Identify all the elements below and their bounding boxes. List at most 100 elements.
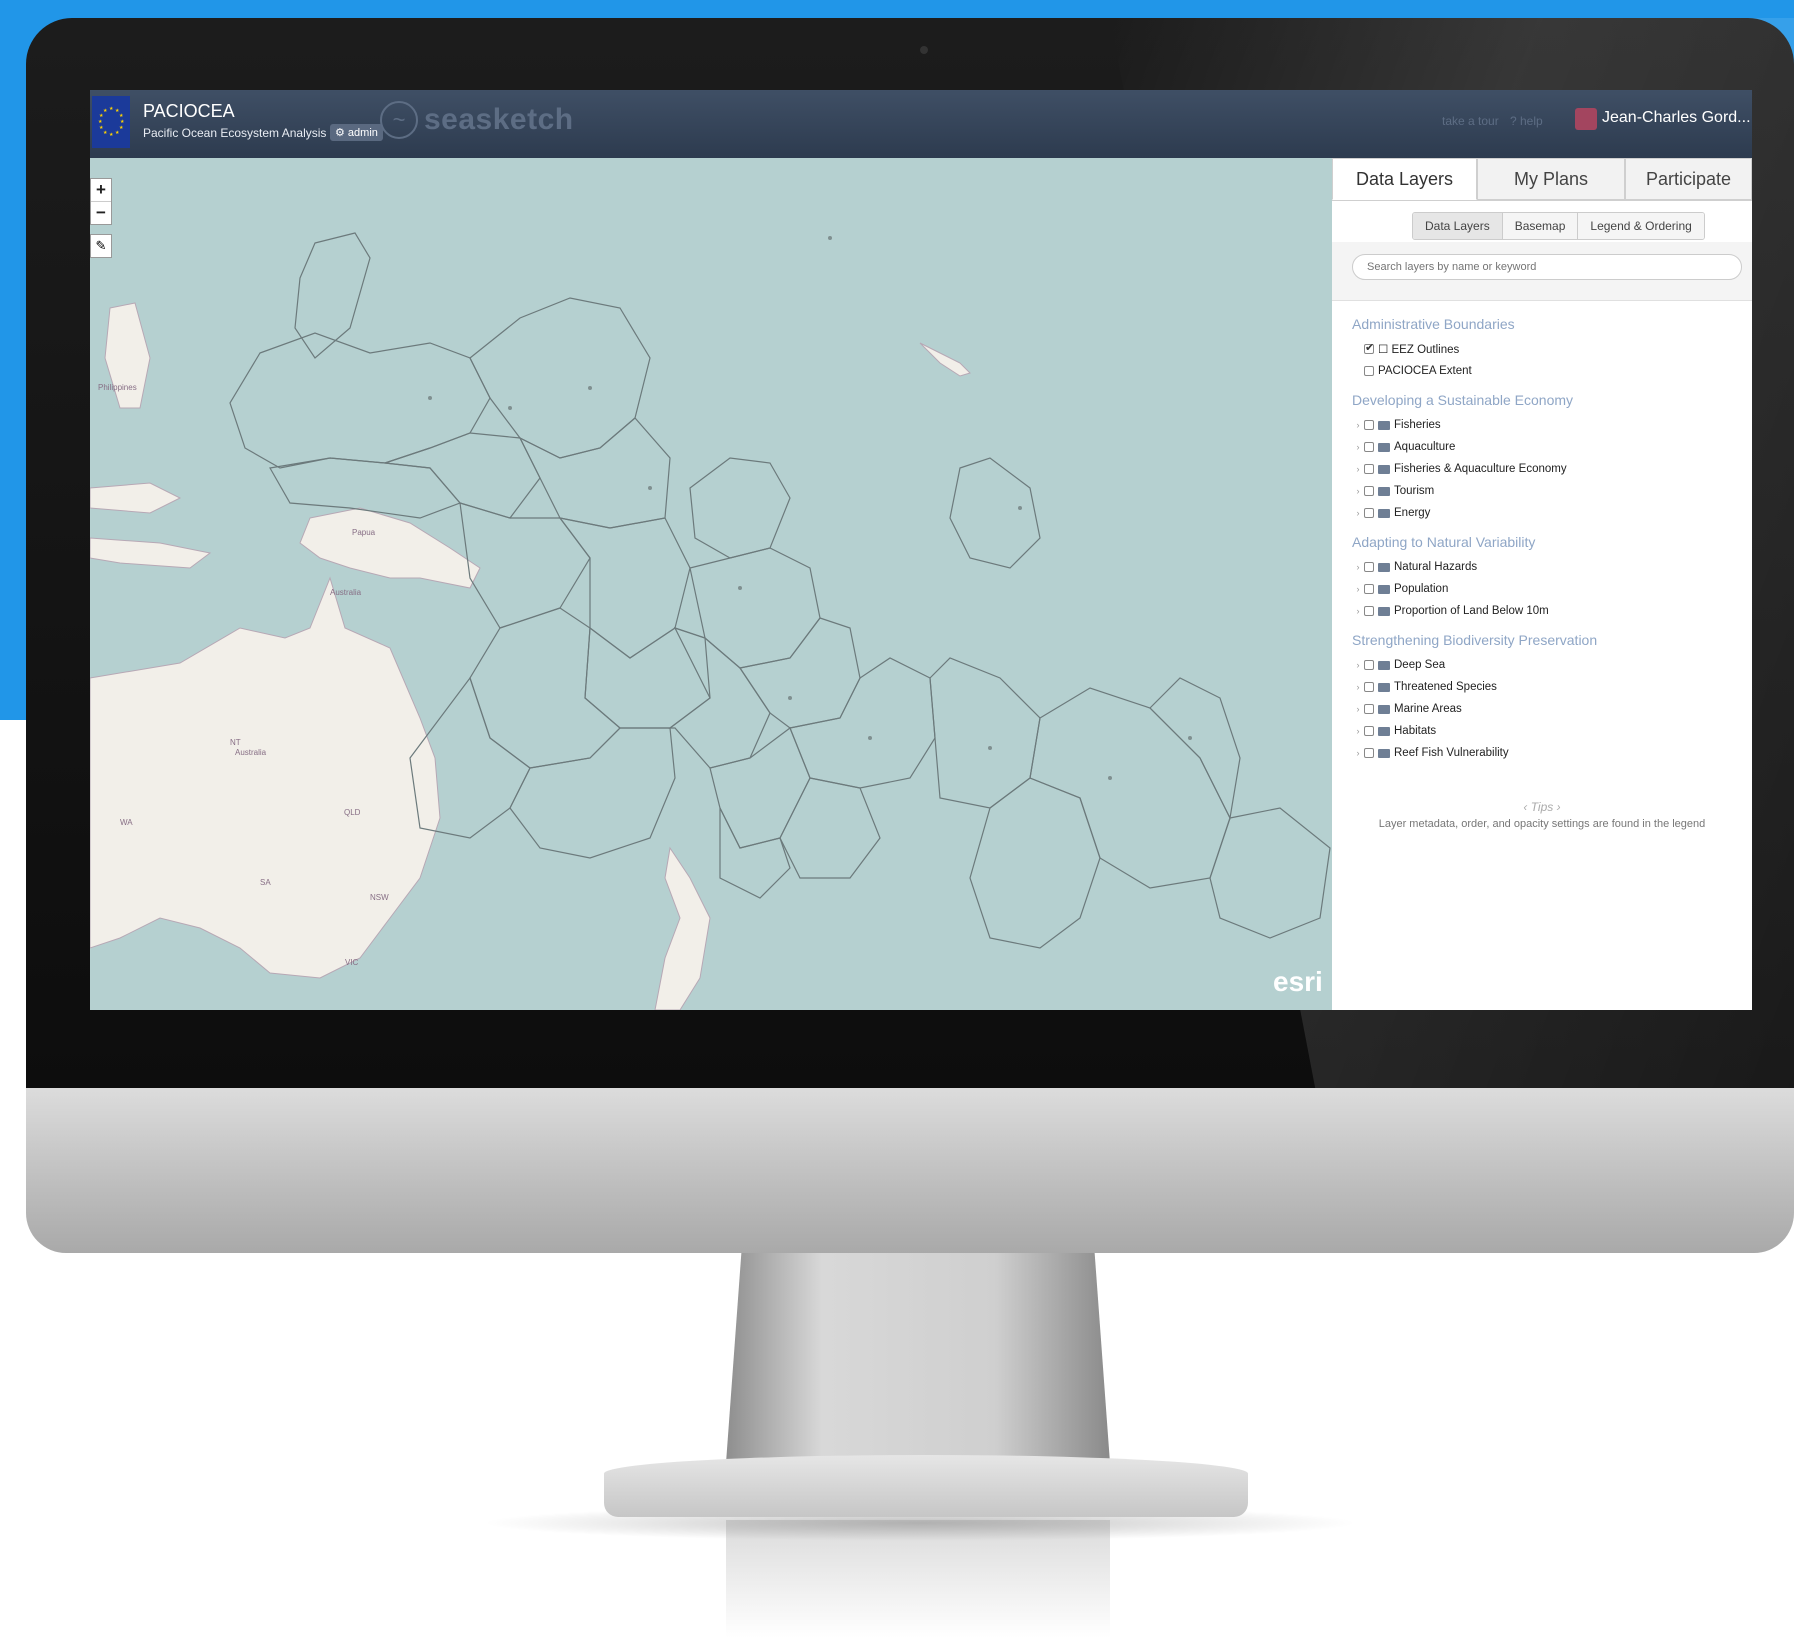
group-title: Strengthening Biodiversity Preservation <box>1352 632 1598 648</box>
folder-icon <box>1378 606 1390 616</box>
expand-caret-icon[interactable]: › <box>1352 606 1364 616</box>
layer-paciocea-extent[interactable]: PACIOCEA Extent <box>1352 360 1742 382</box>
group-title: Administrative Boundaries <box>1352 316 1515 332</box>
app-title: PACIOCEA <box>143 101 235 121</box>
tips-navigation[interactable]: ‹ Tips › <box>1332 800 1752 814</box>
expand-caret-icon[interactable]: › <box>1352 748 1364 758</box>
layer-label: Natural Hazards <box>1394 561 1478 573</box>
subtab-basemap[interactable]: Basemap <box>1502 213 1579 239</box>
expand-caret-icon[interactable]: › <box>1352 726 1364 736</box>
zoom-control: + − <box>90 178 112 225</box>
folder-icon <box>1378 726 1390 736</box>
svg-text:★: ★ <box>109 106 114 112</box>
layer-checkbox[interactable] <box>1364 464 1374 474</box>
tips-text: Layer metadata, order, and opacity setti… <box>1378 818 1706 830</box>
subtab-data-layers[interactable]: Data Layers <box>1413 213 1503 239</box>
layer-marine-areas[interactable]: › Marine Areas <box>1352 698 1742 720</box>
expand-caret-icon[interactable]: › <box>1352 464 1364 474</box>
map-label-wa: WA <box>120 818 133 827</box>
layer-label: ☐ EEZ Outlines <box>1378 344 1460 356</box>
admin-badge[interactable]: ⚙ admin <box>330 124 383 141</box>
layer-label: Reef Fish Vulnerability <box>1394 747 1509 759</box>
layer-label: Habitats <box>1394 725 1437 737</box>
layer-search-input[interactable] <box>1352 254 1742 280</box>
folder-icon <box>1378 562 1390 572</box>
layer-natural-hazards[interactable]: › Natural Hazards <box>1352 556 1742 578</box>
layer-checkbox[interactable] <box>1364 366 1374 376</box>
layer-label: Deep Sea <box>1394 659 1446 671</box>
layer-checkbox[interactable] <box>1364 508 1374 518</box>
layer-label: Proportion of Land Below 10m <box>1394 605 1549 617</box>
layer-checkbox[interactable] <box>1364 682 1374 692</box>
layer-label: Energy <box>1394 507 1431 519</box>
layer-threatened-species[interactable]: › Threatened Species <box>1352 676 1742 698</box>
svg-text:★: ★ <box>115 130 120 136</box>
layer-checkbox[interactable] <box>1364 660 1374 670</box>
seasketch-wave-icon: ~ <box>380 101 418 139</box>
layer-population[interactable]: › Population <box>1352 578 1742 600</box>
group-title: Adapting to Natural Variability <box>1352 534 1536 550</box>
folder-icon <box>1378 682 1390 692</box>
take-tour-link[interactable]: take a tour <box>1442 114 1499 128</box>
wrench-icon[interactable]: ✎ <box>90 234 112 258</box>
layer-checkbox[interactable] <box>1364 562 1374 572</box>
svg-text:★: ★ <box>103 108 108 114</box>
zoom-in-button[interactable]: + <box>91 179 111 201</box>
folder-icon <box>1378 704 1390 714</box>
monitor-base <box>604 1455 1248 1517</box>
expand-caret-icon[interactable]: › <box>1352 704 1364 714</box>
seasketch-logo[interactable]: ~ seasketch <box>380 98 574 142</box>
user-avatar[interactable] <box>1575 108 1597 130</box>
folder-icon <box>1378 508 1390 518</box>
panel-tabs: Data Layers My Plans Participate <box>1332 158 1752 201</box>
layer-eez-outlines[interactable]: ☐ EEZ Outlines <box>1352 338 1742 360</box>
user-menu[interactable]: Jean-Charles Gord... <box>1602 109 1751 127</box>
layer-tourism[interactable]: › Tourism <box>1352 480 1742 502</box>
map-view[interactable]: Australia Australia NT QLD WA SA NSW VIC… <box>90 158 1332 1010</box>
layer-habitats[interactable]: › Habitats <box>1352 720 1742 742</box>
expand-caret-icon[interactable]: › <box>1352 562 1364 572</box>
layers-panel: Data Layers My Plans Participate Data La… <box>1332 158 1752 1010</box>
help-link[interactable]: ? help <box>1510 114 1543 128</box>
monitor-chin <box>26 1088 1794 1253</box>
folder-icon <box>1378 442 1390 452</box>
layer-checkbox[interactable] <box>1364 442 1374 452</box>
layer-checkbox[interactable] <box>1364 748 1374 758</box>
layer-energy[interactable]: › Energy <box>1352 502 1742 524</box>
expand-caret-icon[interactable]: › <box>1352 420 1364 430</box>
expand-caret-icon[interactable]: › <box>1352 660 1364 670</box>
layer-fisheries[interactable]: › Fisheries <box>1352 414 1742 436</box>
tab-participate[interactable]: Participate <box>1625 158 1752 200</box>
layer-groups: Administrative Boundaries ☐ EEZ Outlines… <box>1352 316 1742 764</box>
expand-caret-icon[interactable]: › <box>1352 682 1364 692</box>
subtab-bar: Data Layers Basemap Legend & Ordering <box>1412 212 1705 240</box>
svg-text:★: ★ <box>119 125 124 131</box>
layer-checkbox[interactable] <box>1364 420 1374 430</box>
layer-fisheries-aquaculture-economy[interactable]: › Fisheries & Aquaculture Economy <box>1352 458 1742 480</box>
layer-checkbox[interactable] <box>1364 704 1374 714</box>
layer-reef-fish-vulnerability[interactable]: › Reef Fish Vulnerability <box>1352 742 1742 764</box>
layer-checkbox[interactable] <box>1364 584 1374 594</box>
tab-my-plans[interactable]: My Plans <box>1477 158 1625 200</box>
layer-checkbox[interactable] <box>1364 726 1374 736</box>
map-label-australia-center: Australia <box>235 748 267 757</box>
expand-caret-icon[interactable]: › <box>1352 486 1364 496</box>
expand-caret-icon[interactable]: › <box>1352 584 1364 594</box>
tab-data-layers[interactable]: Data Layers <box>1332 158 1477 200</box>
layer-checkbox[interactable] <box>1364 606 1374 616</box>
app-screen: ★ ★ ★ ★ ★ ★ ★ ★ ★ ★ ★ ★ PACIOCEA Pacific Ocean E… <box>90 90 1752 1010</box>
expand-caret-icon[interactable]: › <box>1352 508 1364 518</box>
expand-caret-icon[interactable]: › <box>1352 442 1364 452</box>
map-label-sa: SA <box>260 878 271 887</box>
layer-checkbox[interactable] <box>1364 341 1374 354</box>
layer-land-below-10m[interactable]: › Proportion of Land Below 10m <box>1352 600 1742 622</box>
svg-text:★: ★ <box>99 125 104 131</box>
map-label-nsw: NSW <box>370 893 389 902</box>
layer-deep-sea[interactable]: › Deep Sea <box>1352 654 1742 676</box>
layer-aquaculture[interactable]: › Aquaculture <box>1352 436 1742 458</box>
folder-icon <box>1378 660 1390 670</box>
layer-checkbox[interactable] <box>1364 486 1374 496</box>
zoom-out-button[interactable]: − <box>91 201 111 224</box>
subtab-legend-ordering[interactable]: Legend & Ordering <box>1578 213 1704 239</box>
group-title: Developing a Sustainable Economy <box>1352 392 1574 408</box>
